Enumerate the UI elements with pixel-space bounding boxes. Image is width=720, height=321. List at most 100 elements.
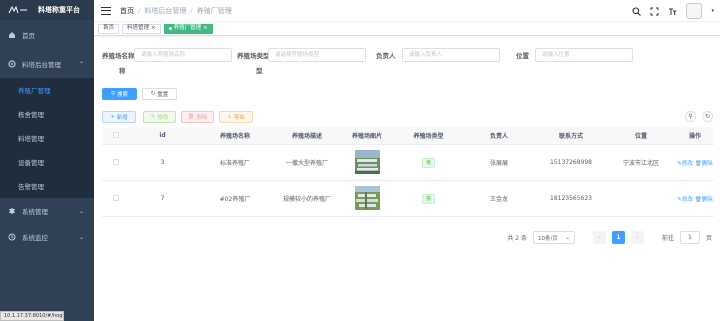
cell-location: 宁波市江北区 xyxy=(622,160,659,167)
farm-type-label-wrap: 型 xyxy=(256,67,263,75)
export-button[interactable]: ↓ 导出 xyxy=(219,111,253,123)
cell-owner: 张展展 xyxy=(489,160,508,167)
edit-icon: ✎ xyxy=(150,114,156,120)
tags-view: 首页 料塔管理 × 养殖厂管理 × xyxy=(94,22,720,36)
cell-id: 7 xyxy=(160,195,165,202)
sidebar-item-feed-tower-admin[interactable]: 料塔后台管理 ⌃ xyxy=(0,50,94,78)
breadcrumb-level1: 料塔后台管理 xyxy=(144,6,187,15)
sidebar-item-home[interactable]: 首页 xyxy=(0,20,94,50)
refresh-button[interactable]: ↻ xyxy=(702,111,713,122)
page-size-select[interactable]: 10条/页 ⌄ xyxy=(532,231,575,244)
search-icon: ⚲ xyxy=(688,113,693,120)
sidebar-item-alarm-management[interactable]: 告警管理 xyxy=(0,174,94,198)
cell-desc: 一撒大型养殖厂 xyxy=(285,160,328,167)
status-url: 10.1.17.37:8010/#/hogfarm xyxy=(0,311,64,321)
toggle-search-button[interactable]: ⚲ xyxy=(685,111,696,122)
chevron-up-icon: ⌃ xyxy=(78,60,84,68)
delete-icon: 🗑 xyxy=(187,114,195,120)
add-button[interactable]: + 新增 xyxy=(102,111,136,123)
type-tag: 猪 xyxy=(421,193,435,204)
farm-image[interactable] xyxy=(354,185,380,210)
next-page-button[interactable]: › xyxy=(630,231,644,244)
table-row[interactable]: 7 #02养殖厂 规模较小的养殖厂 猪 王金龙 18123565623 ✎修改 … xyxy=(102,181,714,217)
column-header: 负责人 xyxy=(489,133,508,140)
caret-down-icon[interactable]: ▾ xyxy=(711,8,714,14)
sidebar-item-label: 系统管理 xyxy=(22,208,48,216)
row-edit-link[interactable]: ✎修改 xyxy=(677,197,693,203)
home-icon xyxy=(8,31,16,39)
sidebar-item-label: 系统监控 xyxy=(22,234,48,242)
font-size-icon[interactable] xyxy=(668,7,677,16)
hamburger-icon[interactable] xyxy=(101,6,111,15)
sidebar-item-barn-management[interactable]: 栋舍管理 xyxy=(0,102,94,126)
refresh-icon: ↻ xyxy=(150,91,156,97)
row-delete-link[interactable]: 🗑删除 xyxy=(695,161,713,167)
cell-phone: 18123565623 xyxy=(550,195,592,202)
prev-page-button[interactable]: ‹ xyxy=(592,231,606,244)
search-icon: ⚲ xyxy=(110,91,115,97)
column-header: id xyxy=(159,132,166,139)
farm-name-label-wrap: 称 xyxy=(119,67,126,75)
column-header: 操作 xyxy=(688,133,701,140)
type-tag: 猪 xyxy=(421,157,435,168)
farm-type-label: 养殖场类型 xyxy=(237,52,270,60)
owner-input[interactable]: 请输入负责人 xyxy=(402,48,500,62)
location-input[interactable]: 请输入位置 xyxy=(535,48,633,62)
gear-icon xyxy=(8,60,16,68)
search-icon[interactable] xyxy=(632,6,642,16)
goto-page-input[interactable]: 1 xyxy=(679,231,700,244)
cell-name: #02养殖厂 xyxy=(219,196,251,203)
sidebar-item-device-management[interactable]: 设备管理 xyxy=(0,150,94,174)
page-number-current[interactable]: 1 xyxy=(611,231,625,244)
monitor-icon xyxy=(8,233,16,241)
active-dot-icon xyxy=(168,27,172,30)
breadcrumb-home[interactable]: 首页 xyxy=(120,7,134,15)
logo-icon xyxy=(8,6,28,14)
sidebar-item-tower-management[interactable]: 料塔管理 xyxy=(0,126,94,150)
page-suffix: 页 xyxy=(705,235,712,242)
app-logo[interactable]: 料塔称重平台 xyxy=(0,0,94,20)
submenu: 养殖厂管理 栋舍管理 料塔管理 设备管理 告警管理 xyxy=(0,78,94,198)
column-header: 养殖场描述 xyxy=(291,133,322,140)
farm-type-select[interactable]: 请选择养殖场类型 xyxy=(268,48,366,62)
refresh-icon: ↻ xyxy=(704,113,711,120)
tag-home[interactable]: 首页 xyxy=(98,23,120,34)
breadcrumb-level2: 养殖厂管理 xyxy=(196,6,232,15)
owner-label: 负责人 xyxy=(376,52,396,60)
delete-button[interactable]: 🗑 删除 xyxy=(181,111,214,123)
settings-icon xyxy=(8,207,16,215)
table-row[interactable]: 3 标准养殖厂 一撒大型养殖厂 猪 张展展 15137268998 宁波市江北区… xyxy=(102,145,714,181)
sidebar-item-label: 设备管理 xyxy=(18,159,44,167)
row-edit-link[interactable]: ✎修改 xyxy=(677,161,693,167)
tag-farm-management[interactable]: 养殖厂管理 × xyxy=(163,23,213,34)
cell-owner: 王金龙 xyxy=(489,196,508,203)
row-checkbox[interactable] xyxy=(113,194,119,201)
edit-button[interactable]: ✎ 修改 xyxy=(143,111,176,123)
sidebar-item-farm-management[interactable]: 养殖厂管理 xyxy=(0,78,94,102)
fullscreen-icon[interactable] xyxy=(650,7,659,16)
cell-desc: 规模较小的养殖厂 xyxy=(282,196,331,203)
close-icon[interactable]: × xyxy=(203,24,208,33)
navbar: 首页 / 料塔后台管理 / 养殖厂管理 ▾ xyxy=(94,0,720,22)
column-header: 联系方式 xyxy=(558,133,583,140)
farm-image[interactable] xyxy=(354,149,380,174)
farm-name-input[interactable]: 请输入养殖场名称 xyxy=(134,48,232,62)
column-header: 位置 xyxy=(634,133,647,140)
select-all-checkbox[interactable] xyxy=(113,131,119,138)
sidebar: 料塔称重平台 首页 料塔后台管理 ⌃ 养殖厂管理 栋舍管理 料塔管理 设备管理 … xyxy=(0,0,94,321)
tag-tower-management[interactable]: 料塔管理 × xyxy=(122,23,161,34)
sidebar-item-label: 告警管理 xyxy=(18,183,44,191)
cell-name: 标准养殖厂 xyxy=(219,160,250,167)
breadcrumb: 首页 / 料塔后台管理 / 养殖厂管理 xyxy=(120,6,232,15)
reset-button[interactable]: ↻ 重置 xyxy=(142,88,177,100)
avatar[interactable] xyxy=(686,3,703,19)
search-button[interactable]: ⚲ 搜索 xyxy=(102,88,137,100)
cell-phone: 15137268998 xyxy=(550,159,592,166)
row-delete-link[interactable]: 🗑删除 xyxy=(695,197,713,203)
sidebar-item-system-monitor[interactable]: 系统监控 ⌄ xyxy=(0,224,94,250)
sidebar-item-label: 料塔后台管理 xyxy=(22,61,61,69)
row-checkbox[interactable] xyxy=(113,158,119,165)
plus-icon: + xyxy=(110,114,115,120)
sidebar-item-system-management[interactable]: 系统管理 ⌄ xyxy=(0,198,94,224)
close-icon[interactable]: × xyxy=(151,24,156,33)
